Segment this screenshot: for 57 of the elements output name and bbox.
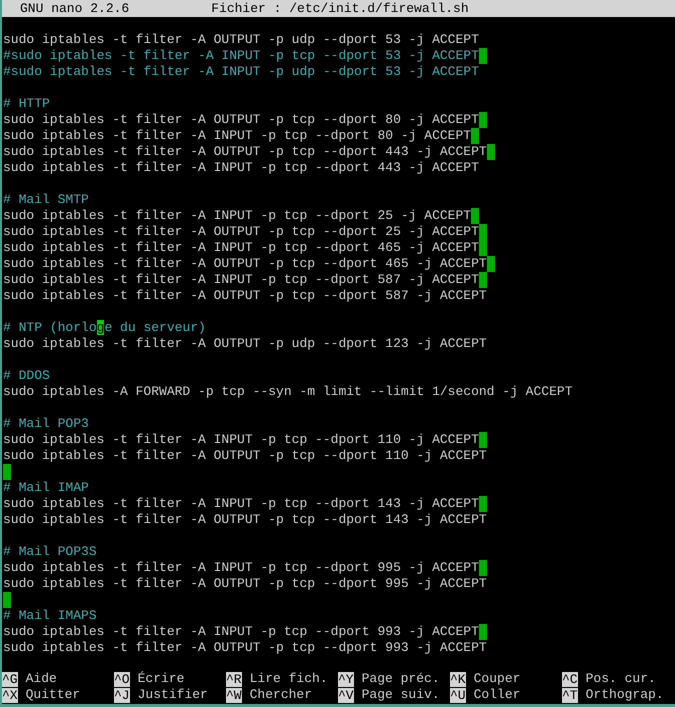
code-comment: # Mail IMAPS xyxy=(3,608,97,624)
code-line: sudo iptables -t filter -A OUTPUT -p tcp --dport 995 -j ACCEPT xyxy=(3,576,487,592)
shortcut-key: ^W xyxy=(226,688,242,702)
code-line: sudo iptables -t filter -A OUTPUT -p udp --dport 53 -j ACCEPT xyxy=(3,32,479,48)
editor-version: GNU nano 2.2.6 xyxy=(20,0,130,16)
code-comment: # DDOS xyxy=(3,368,50,384)
code-line: sudo iptables -t filter -A INPUT -p tcp --dport 80 -j ACCEPT xyxy=(3,128,472,144)
code-comment: # NTP (horloge du serveur) xyxy=(3,320,206,336)
code-line: sudo iptables -t filter -A INPUT -p tcp --dport 465 -j ACCEPT xyxy=(3,240,479,256)
shortcut-label: Justifier xyxy=(138,687,208,703)
shortcut-key: ^R xyxy=(226,672,242,686)
code-comment: #sudo iptables -t filter -A INPUT -p udp --dport 53 -j ACCEPT xyxy=(3,64,479,80)
shortcut-label: Pos. cur. xyxy=(586,671,656,687)
shortcut-label: Coller xyxy=(474,687,520,703)
code-line: sudo iptables -t filter -A OUTPUT -p tcp --dport 110 -j ACCEPT xyxy=(3,448,487,464)
code-comment: # HTTP xyxy=(3,96,50,112)
code-line: sudo iptables -t filter -A INPUT -p tcp --dport 25 -j ACCEPT xyxy=(3,208,472,224)
code-comment: #sudo iptables -t filter -A INPUT -p tcp --dport 53 -j ACCEPT xyxy=(3,48,479,64)
shortcut-label: Chercher xyxy=(250,687,312,703)
code-line: sudo iptables -t filter -A OUTPUT -p tcp --dport 443 -j ACCEPT xyxy=(3,144,487,160)
code-comment: # Mail SMTP xyxy=(3,192,89,208)
shortcut-label: Aide xyxy=(26,671,57,687)
code-line: sudo iptables -t filter -A INPUT -p tcp --dport 995 -j ACCEPT xyxy=(3,560,479,576)
shortcut-key: ^U xyxy=(450,688,466,702)
shortcut-label: Page suiv. xyxy=(362,687,440,703)
code-line: sudo iptables -t filter -A INPUT -p tcp --dport 143 -j ACCEPT xyxy=(3,496,479,512)
shortcut-key: ^V xyxy=(338,688,354,702)
code-comment: # Mail POP3S xyxy=(3,544,97,560)
shortcut-key: ^O xyxy=(114,672,130,686)
code-line: sudo iptables -t filter -A OUTPUT -p tcp --dport 25 -j ACCEPT xyxy=(3,224,479,240)
code-line: sudo iptables -t filter -A OUTPUT -p tcp --dport 587 -j ACCEPT xyxy=(3,288,487,304)
code-line: sudo iptables -t filter -A OUTPUT -p tcp --dport 993 -j ACCEPT xyxy=(3,640,487,656)
shortcut-label: Orthograp. xyxy=(586,687,664,703)
code-line: sudo iptables -t filter -A INPUT -p tcp --dport 443 -j ACCEPT xyxy=(3,160,479,176)
shortcut-label: Lire fich. xyxy=(250,671,328,687)
code-comment: # Mail POP3 xyxy=(3,416,89,432)
file-name: Fichier : /etc/init.d/firewall.sh xyxy=(211,0,469,16)
shortcut-key: ^K xyxy=(450,672,466,686)
shortcut-key: ^J xyxy=(114,688,130,702)
shortcut-key: ^X xyxy=(2,688,18,702)
shortcut-key: ^T xyxy=(562,688,578,702)
code-line: sudo iptables -t filter -A OUTPUT -p tcp --dport 465 -j ACCEPT xyxy=(3,256,487,272)
shortcut-key: ^C xyxy=(562,672,578,686)
code-line: sudo iptables -t filter -A INPUT -p tcp --dport 993 -j ACCEPT xyxy=(3,624,479,640)
shortcut-label: Quitter xyxy=(26,687,80,703)
shortcut-key: ^Y xyxy=(338,672,354,686)
code-line: sudo iptables -t filter -A INPUT -p tcp --dport 110 -j ACCEPT xyxy=(3,432,479,448)
code-line: sudo iptables -t filter -A OUTPUT -p udp --dport 123 -j ACCEPT xyxy=(3,336,487,352)
code-line: sudo iptables -t filter -A OUTPUT -p tcp --dport 80 -j ACCEPT xyxy=(3,112,479,128)
code-line: sudo iptables -t filter -A INPUT -p tcp --dport 587 -j ACCEPT xyxy=(3,272,479,288)
code-line: sudo iptables -t filter -A OUTPUT -p tcp --dport 143 -j ACCEPT xyxy=(3,512,487,528)
shortcut-label: Couper xyxy=(474,671,520,687)
shortcut-label: Page préc. xyxy=(362,671,440,687)
shortcut-key: ^G xyxy=(2,672,18,686)
code-line: sudo iptables -A FORWARD -p tcp --syn -m limit --limit 1/second -j ACCEPT xyxy=(3,384,572,400)
code-comment: # Mail IMAP xyxy=(3,480,89,496)
shortcut-label: Écrire xyxy=(138,671,184,687)
